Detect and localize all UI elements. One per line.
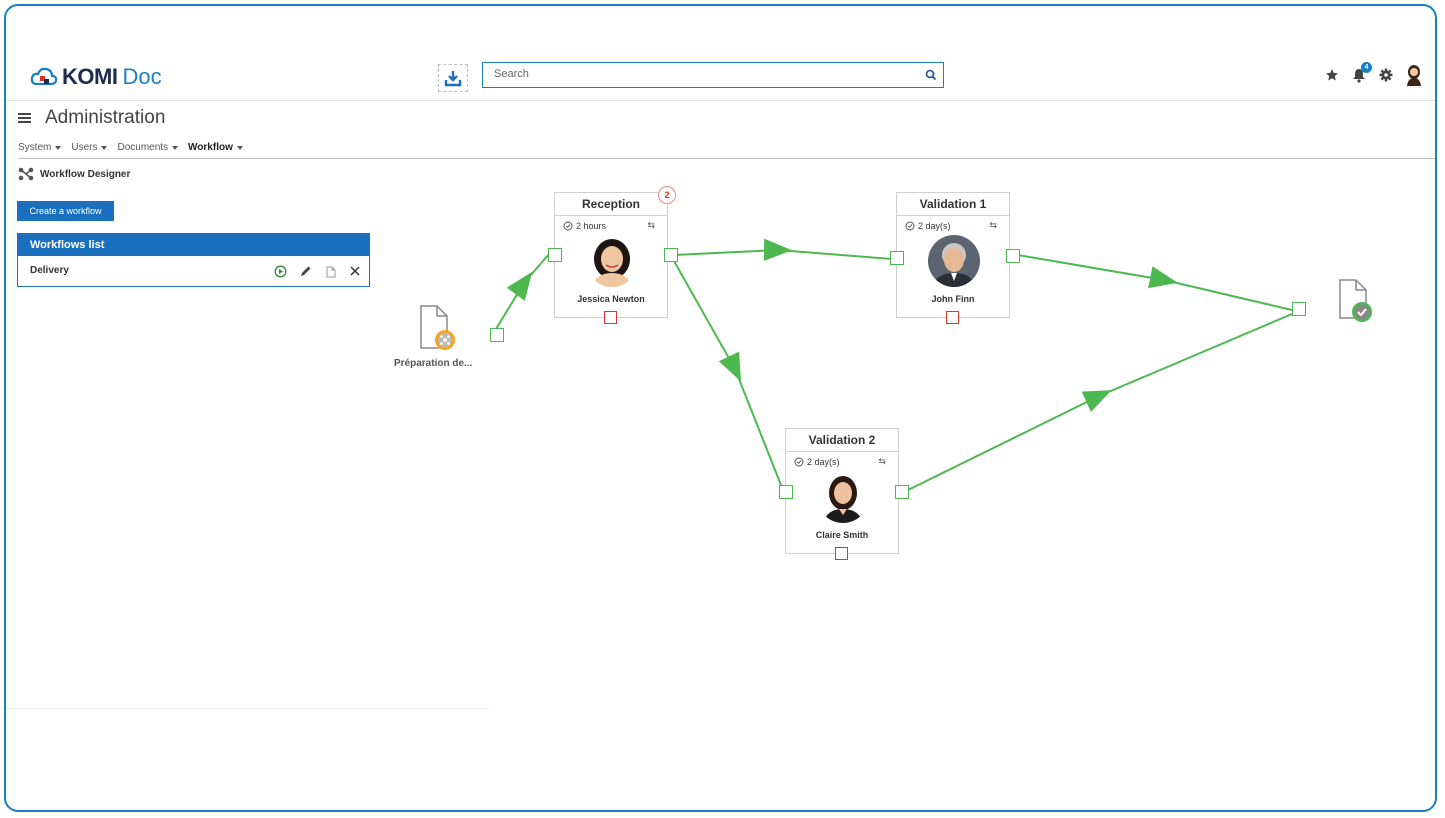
step-validation-1[interactable]: Validation 1 2 day(s) ⇆ John Finn xyxy=(896,192,1010,324)
end-document-icon xyxy=(1339,279,1372,322)
workflow-edges xyxy=(495,238,1293,491)
reception-output-port[interactable] xyxy=(664,248,678,262)
step-duration: 2 day(s) xyxy=(794,457,840,467)
end-input-port[interactable] xyxy=(1292,302,1306,316)
swap-icon[interactable]: ⇆ xyxy=(989,220,997,231)
caret-down-icon xyxy=(172,145,179,150)
workflow-icon xyxy=(18,167,34,181)
caret-down-icon xyxy=(55,145,62,150)
step-validation-2[interactable]: Validation 2 2 day(s) ⇆ Claire Smith xyxy=(785,428,899,560)
app-frame: KOMI Doc Search 4 Administration System … xyxy=(4,4,1437,812)
user-avatar[interactable] xyxy=(1405,64,1423,91)
validation2-output-port[interactable] xyxy=(895,485,909,499)
edge-validation1-end xyxy=(1017,254,1293,311)
menu-icon[interactable] xyxy=(18,111,31,125)
left-panel-divider xyxy=(6,708,489,709)
copy-icon[interactable] xyxy=(324,265,337,278)
page-header: Administration xyxy=(18,107,165,129)
menu-item-system[interactable]: System xyxy=(18,142,62,153)
step-title: Reception xyxy=(555,193,667,216)
reject-port[interactable] xyxy=(604,311,617,324)
menu-item-users[interactable]: Users xyxy=(71,142,108,153)
header-actions: 4 xyxy=(1325,62,1423,91)
timer-icon xyxy=(563,221,573,231)
assignee-name: Claire Smith xyxy=(815,530,869,540)
notification-badge: 4 xyxy=(1361,62,1372,73)
assignee-name: John Finn xyxy=(931,294,975,304)
section-title: Workflow Designer xyxy=(40,168,131,180)
menu-item-workflow[interactable]: Workflow xyxy=(188,142,243,153)
step-duration: 2 hours xyxy=(563,221,606,231)
search-placeholder: Search xyxy=(494,68,529,80)
reject-port[interactable] xyxy=(946,311,959,324)
start-output-port[interactable] xyxy=(490,328,504,342)
download-button[interactable] xyxy=(438,64,468,92)
edit-icon[interactable] xyxy=(299,265,312,278)
timer-icon xyxy=(905,221,915,231)
end-node[interactable] xyxy=(1338,278,1374,331)
create-workflow-button[interactable]: Create a workflow xyxy=(17,201,114,221)
notifications-button[interactable]: 4 xyxy=(1351,62,1372,88)
brand-sub: Doc xyxy=(122,64,162,89)
download-icon xyxy=(444,71,462,87)
start-document-icon xyxy=(420,305,455,350)
avatar xyxy=(928,235,980,287)
edge-reception-validation1 xyxy=(673,238,893,261)
brand-name: KOMI xyxy=(62,64,118,89)
step-duration: 2 day(s) xyxy=(905,221,951,231)
edge-validation2-end xyxy=(907,313,1293,491)
avatar xyxy=(817,471,869,523)
cloud-logo-icon xyxy=(30,67,58,86)
validation2-input-port[interactable] xyxy=(779,485,793,499)
workflow-name: Delivery xyxy=(30,265,69,276)
start-label: Préparation de... xyxy=(394,358,473,369)
admin-menu: System Users Documents Workflow xyxy=(18,142,243,153)
search-icon[interactable] xyxy=(925,68,937,86)
gear-icon[interactable] xyxy=(1379,68,1393,87)
top-bar: KOMI Doc Search 4 xyxy=(6,50,1435,101)
edge-start-reception xyxy=(495,252,551,330)
section-header: Workflow Designer xyxy=(18,167,130,181)
validation1-output-port[interactable] xyxy=(1006,249,1020,263)
swap-icon[interactable]: ⇆ xyxy=(647,220,655,231)
step-count-badge: 2 xyxy=(658,186,676,204)
caret-down-icon xyxy=(101,145,108,150)
swap-icon[interactable]: ⇆ xyxy=(878,456,886,467)
search-input[interactable]: Search xyxy=(482,62,944,88)
workflows-list: Workflows list Delivery xyxy=(17,233,370,287)
avatar xyxy=(586,235,638,287)
caret-down-icon xyxy=(236,145,243,150)
reject-port[interactable] xyxy=(835,547,848,560)
workflows-list-title: Workflows list xyxy=(18,234,369,256)
play-icon[interactable] xyxy=(274,265,287,278)
logo[interactable]: KOMI Doc xyxy=(30,64,162,90)
start-node[interactable] xyxy=(419,304,455,357)
timer-icon xyxy=(794,457,804,467)
menu-item-documents[interactable]: Documents xyxy=(117,142,179,153)
page-title: Administration xyxy=(45,107,166,128)
star-icon[interactable] xyxy=(1325,68,1339,87)
list-item[interactable]: Delivery xyxy=(18,256,369,286)
step-title: Validation 2 xyxy=(786,429,898,452)
step-reception[interactable]: Reception 2 hours ⇆ Jessica Newton xyxy=(554,192,668,324)
menu-divider xyxy=(18,158,1435,159)
validation1-input-port[interactable] xyxy=(890,251,904,265)
reception-input-port[interactable] xyxy=(548,248,562,262)
edge-reception-validation2 xyxy=(673,260,784,491)
assignee-name: Jessica Newton xyxy=(577,294,645,304)
step-title: Validation 1 xyxy=(897,193,1009,216)
close-icon[interactable] xyxy=(349,265,361,277)
